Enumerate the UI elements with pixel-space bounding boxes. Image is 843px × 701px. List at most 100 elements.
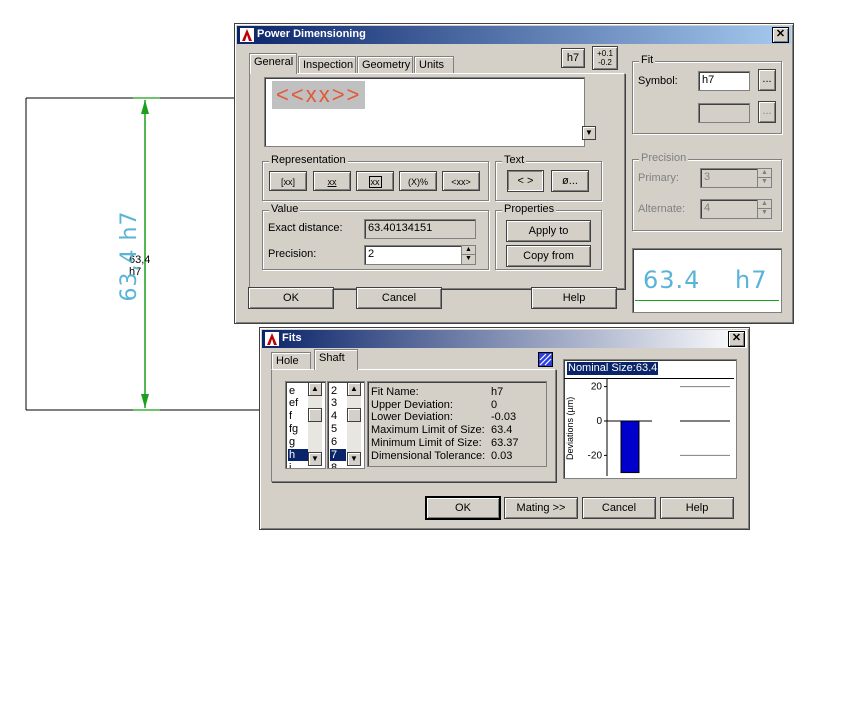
symbol-browse-button[interactable]: ...	[758, 69, 776, 91]
fit-letter-item[interactable]: g	[289, 436, 295, 448]
fit-letter-item-selected[interactable]: h	[288, 449, 308, 461]
fit-letter-list[interactable]: e ef f fg g h j ▲ ▼	[285, 381, 326, 469]
scroll-up-icon[interactable]: ▲	[347, 382, 361, 396]
info-key-tolerance: Dimensional Tolerance:	[371, 449, 486, 462]
preview-baseline	[635, 300, 779, 301]
properties-group-label: Properties	[502, 203, 557, 215]
fits-close-button[interactable]: ✕	[728, 331, 745, 347]
tab-shaft[interactable]: Shaft	[314, 349, 358, 370]
fit-letter-item[interactable]: ef	[289, 397, 298, 409]
apply-to-button[interactable]: Apply to	[506, 220, 591, 242]
fit-letter-item[interactable]: e	[289, 385, 295, 397]
hatch-icon[interactable]	[538, 352, 553, 367]
primary-spinner: ▲ ▼	[757, 169, 771, 187]
mating-button[interactable]: Mating >>	[504, 497, 578, 519]
cancel-button[interactable]: Cancel	[356, 287, 442, 309]
fit-grade-list[interactable]: 2 3 4 5 6 7 8 ▲ ▼	[327, 381, 365, 469]
power-dim-close-button[interactable]: ✕	[772, 27, 789, 43]
text-diameter-button[interactable]: ø...	[551, 170, 589, 192]
fits-ok-button[interactable]: OK	[426, 497, 500, 519]
scroll-up-icon[interactable]: ▲	[308, 382, 322, 396]
fit-h7-button[interactable]: h7	[561, 48, 585, 68]
y-tick-label: 20	[591, 382, 603, 393]
dimension-placeholder-text: <<xx>>	[272, 81, 366, 109]
fits-cancel-button[interactable]: Cancel	[582, 497, 656, 519]
text-group-label: Text	[502, 154, 527, 166]
info-values: h7 0 -0.03 63.4 63.37 0.03	[491, 386, 519, 462]
rep-angle-button[interactable]: <xx>	[442, 171, 480, 191]
precision-group-label: Precision	[639, 152, 689, 164]
alternate-spinner: ▲ ▼	[757, 200, 771, 218]
fit-letter-item[interactable]: f	[289, 410, 292, 422]
fit-letter-item[interactable]: fg	[289, 423, 298, 435]
info-val-min-limit: 63.37	[491, 436, 519, 449]
fit-grade-item[interactable]: 2	[331, 385, 337, 397]
scroll-thumb[interactable]	[347, 408, 361, 422]
autocad-app-icon	[265, 332, 279, 346]
spin-up-icon[interactable]: ▲	[462, 246, 475, 255]
scroll-thumb[interactable]	[308, 408, 322, 422]
help-button[interactable]: Help	[531, 287, 617, 309]
info-val-lower-dev: -0.03	[491, 411, 517, 424]
exact-distance-label: Exact distance:	[268, 222, 343, 234]
symbol-field[interactable]: h7	[698, 71, 750, 91]
fit-group-label: Fit	[639, 54, 656, 66]
precision-value: 2	[368, 248, 375, 260]
scroll-down-icon[interactable]: ▼	[347, 452, 361, 466]
info-row: Fit Name: Upper Deviation: Lower Deviati…	[371, 386, 485, 462]
tolerance-bar	[620, 420, 640, 474]
fit-secondary-browse-button[interactable]: ...	[758, 101, 776, 123]
editor-dropdown-arrow[interactable]: ▼	[582, 126, 596, 140]
ok-button[interactable]: OK	[248, 287, 334, 309]
text-angle-button[interactable]: < >	[507, 170, 544, 192]
fit-grade-item[interactable]: 8	[331, 462, 337, 468]
info-key-lower-dev: Lower Deviation:	[371, 411, 453, 424]
primary-field: 3 ▲ ▼	[700, 168, 772, 188]
info-key-fit-name: Fit Name:	[371, 386, 419, 398]
rep-box-button[interactable]: xx	[356, 171, 394, 191]
info-key-max-limit: Maximum Limit of Size:	[371, 424, 485, 437]
fit-grade-item[interactable]: 6	[331, 436, 337, 448]
symbol-label: Symbol:	[638, 75, 678, 87]
fits-titlebar[interactable]: Fits ✕	[262, 330, 747, 348]
tab-inspection[interactable]: Inspection	[298, 56, 356, 74]
fit-grade-item[interactable]: 4	[331, 410, 337, 422]
fit-grade-item[interactable]: 5	[331, 423, 337, 435]
fit-grade-item[interactable]: 3	[331, 397, 337, 409]
rep-bracket-button[interactable]: [xx]	[269, 171, 307, 191]
tab-hole[interactable]: Hole	[271, 352, 311, 370]
tab-units[interactable]: Units	[414, 56, 454, 74]
power-dim-titlebar[interactable]: Power Dimensioning ✕	[237, 26, 791, 44]
info-key-min-limit: Minimum Limit of Size:	[371, 436, 482, 449]
alternate-value: 4	[704, 202, 711, 214]
arrow-bottom	[141, 394, 149, 408]
y-tick-label: -20	[588, 450, 603, 461]
tab-general[interactable]: General	[249, 53, 297, 74]
rep-underline-button[interactable]: xx	[313, 171, 351, 191]
fit-grade-item-selected[interactable]: 7	[330, 449, 346, 461]
spin-down-icon[interactable]: ▼	[462, 255, 475, 264]
autocad-app-icon	[240, 28, 254, 42]
copy-from-button[interactable]: Copy from	[506, 245, 591, 267]
power-dimensioning-dialog: Power Dimensioning ✕ General Inspection …	[234, 23, 794, 324]
representation-label: Representation	[269, 154, 348, 166]
grade-scrollbar[interactable]: ▲ ▼	[347, 382, 361, 466]
fit-letter-item[interactable]: j	[289, 462, 291, 468]
scroll-down-icon[interactable]: ▼	[308, 452, 322, 466]
fits-help-button[interactable]: Help	[660, 497, 734, 519]
value-group-label: Value	[269, 203, 301, 215]
precision-spinner[interactable]: ▲ ▼	[461, 246, 475, 264]
exact-distance-field: 63.40134151	[364, 219, 476, 239]
tab-geometry[interactable]: Geometry	[357, 56, 413, 74]
dimension-text-editor[interactable]: <<xx>> ▼	[264, 77, 596, 147]
letter-scrollbar[interactable]: ▲ ▼	[308, 382, 322, 466]
y-tick-label: 0	[596, 416, 602, 427]
alternate-field: 4 ▲ ▼	[700, 199, 772, 219]
chart-title: Nominal Size:63.4	[567, 362, 659, 375]
tolerance-top: +0.1	[597, 49, 613, 58]
rep-percent-button[interactable]: (X)%	[399, 171, 437, 191]
fit-secondary-field	[698, 103, 750, 123]
tolerance-button[interactable]: +0.1 -0.2	[592, 46, 618, 70]
precision-field[interactable]: 2 ▲ ▼	[364, 245, 476, 265]
y-axis-label: Deviations (µm)	[565, 397, 575, 460]
